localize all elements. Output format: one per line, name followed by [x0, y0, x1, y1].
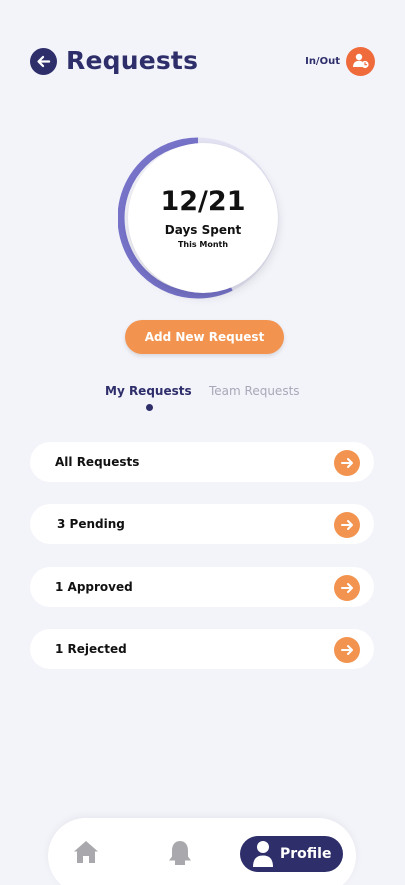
arrow-right-button[interactable]: [334, 512, 360, 538]
arrow-right-icon: [341, 520, 353, 530]
list-item-label: 1 Rejected: [55, 642, 127, 656]
request-list-item-approved[interactable]: 1 Approved: [30, 567, 374, 607]
nav-home-button[interactable]: [72, 838, 102, 868]
active-tab-indicator: [146, 404, 153, 411]
home-icon: [74, 841, 98, 863]
arrow-right-button[interactable]: [334, 637, 360, 663]
user-clock-icon: [352, 53, 369, 69]
in-out-button[interactable]: [346, 46, 375, 76]
tab-my-requests[interactable]: My Requests: [105, 384, 192, 398]
arrow-right-icon: [341, 645, 353, 655]
arrow-right-button[interactable]: [334, 575, 360, 601]
in-out-label: In/Out: [305, 55, 340, 67]
nav-profile-button[interactable]: Profile: [240, 836, 343, 872]
request-list-item-all[interactable]: All Requests: [30, 442, 374, 482]
request-list-item-rejected[interactable]: 1 Rejected: [30, 629, 374, 669]
list-item-label: All Requests: [55, 455, 140, 469]
days-sublabel: This Month: [177, 240, 229, 249]
list-item-label: 3 Pending: [57, 517, 125, 531]
bell-icon: [169, 841, 191, 865]
tab-team-requests[interactable]: Team Requests: [209, 384, 300, 398]
add-new-request-button[interactable]: Add New Request: [125, 320, 284, 354]
days-value: 12/21: [160, 186, 246, 217]
back-button[interactable]: [30, 48, 57, 75]
arrow-right-button[interactable]: [334, 450, 360, 476]
nav-profile-label: Profile: [280, 846, 332, 862]
header: Requests In/Out: [30, 44, 375, 78]
progress-center: 12/21 Days Spent This Month: [128, 143, 278, 293]
page-title: Requests: [66, 46, 199, 75]
days-label: Days Spent: [164, 223, 242, 237]
request-list-item-pending[interactable]: 3 Pending: [30, 504, 374, 544]
user-icon: [253, 841, 273, 867]
in-out-toggle[interactable]: In/Out: [305, 46, 375, 76]
list-item-label: 1 Approved: [55, 580, 133, 594]
back-arrow-icon: [37, 55, 51, 68]
bottom-navigation: Profile: [48, 818, 356, 885]
request-tabs: My Requests Team Requests: [105, 384, 315, 414]
arrow-right-icon: [341, 458, 353, 468]
arrow-right-icon: [341, 583, 353, 593]
nav-notifications-button[interactable]: [166, 838, 196, 868]
days-progress: 12/21 Days Spent This Month: [118, 133, 280, 301]
